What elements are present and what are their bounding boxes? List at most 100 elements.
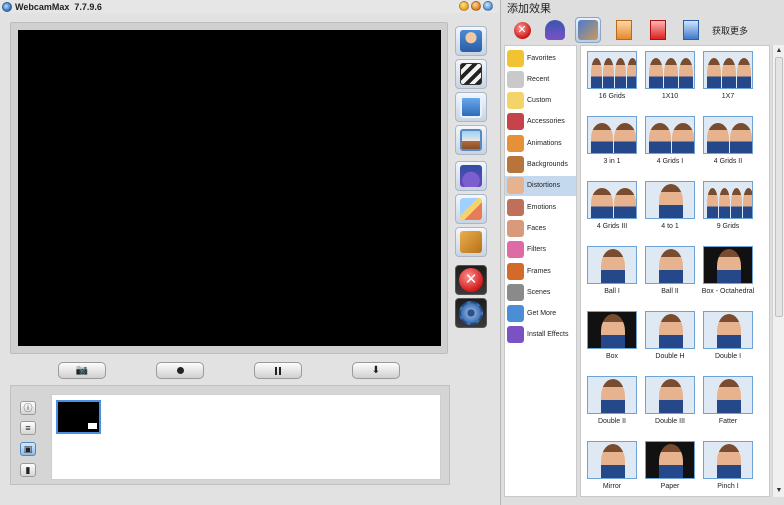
category-label: Get More [527,310,557,318]
category-item[interactable]: Get More [505,304,576,324]
draw-tool-button[interactable] [455,194,487,224]
settings-tool-button[interactable] [455,298,487,328]
close-icon: ✕ [459,268,483,292]
category-label: Backgrounds [527,161,568,168]
category-label: Frames [527,267,551,275]
effect-preview-image [703,116,753,154]
category-item[interactable]: Faces [505,218,576,238]
effect-item[interactable]: 4 to 1 [643,181,697,231]
category-icon [507,241,524,259]
effect-item[interactable]: 4 Grids I [643,116,697,166]
pencil-icon [460,198,482,220]
picture-tool-button[interactable] [455,125,487,155]
category-item[interactable]: Distortions [505,175,576,196]
effect-item[interactable]: 4 Grids II [701,116,755,166]
effect-preview-image [645,116,695,154]
info-view-button[interactable]: ⓘ [20,401,36,415]
effect-preview-image [645,311,695,349]
category-item[interactable]: Frames [505,261,576,281]
pdf-doc-icon [650,20,666,40]
category-item[interactable]: Scenes [505,282,576,302]
person-figure [601,444,625,478]
effect-label: Fatter [718,418,738,425]
category-item[interactable]: Animations [505,133,576,153]
effect-label: 4 Grids I [656,158,684,165]
snapshot-button[interactable]: 📷 [58,362,106,379]
face-tool-button[interactable] [455,26,487,56]
get-more-link[interactable]: 获取更多 [712,24,748,37]
effect-item[interactable]: Paper [643,441,697,491]
scroll-down-icon[interactable]: ▼ [774,486,784,496]
person-figure [614,123,636,153]
close-tool-button[interactable]: ✕ [455,265,487,295]
effect-item[interactable]: Box [585,311,639,361]
media-thumbnail[interactable] [56,400,101,434]
film-icon: ▮ [25,465,31,475]
effect-label: 4 to 1 [661,223,679,230]
edit-effect-button[interactable] [678,17,704,43]
effect-item[interactable]: 3 in 1 [585,116,639,166]
category-item[interactable]: Install Effects [505,325,576,345]
gear-icon [459,301,483,325]
person-figure [591,58,602,88]
download-button[interactable]: ⬇ [352,362,400,379]
effect-label: Box - Octahedral [701,288,755,295]
effect-preview-image [645,441,695,479]
category-item[interactable]: Emotions [505,197,576,217]
effect-item[interactable]: 4 Grids III [585,181,639,231]
scroll-thumb[interactable] [775,57,783,317]
video-preview-frame [10,22,448,354]
effect-item[interactable]: Double H [643,311,697,361]
remove-effect-button[interactable]: ✕ [509,17,535,43]
video-tool-button[interactable] [455,59,487,89]
effect-item[interactable]: 1X7 [701,51,755,101]
effect-preview-image [645,181,695,219]
category-item[interactable]: Accessories [505,112,576,132]
minimize-icon[interactable] [459,1,469,11]
category-icon [507,177,524,195]
pause-button[interactable] [254,362,302,379]
effect-item[interactable]: Double I [701,311,755,361]
effect-label: Ball II [661,288,679,295]
effect-item[interactable]: 9 Grids [701,181,755,231]
close-window-icon[interactable] [483,1,493,11]
category-item[interactable]: Backgrounds [505,155,576,175]
window-tool-button[interactable] [455,92,487,122]
thumbnails-icon: ▣ [23,444,33,454]
gift-tool-button[interactable] [455,227,487,257]
effect-item[interactable]: Double II [585,376,639,426]
effects-tool-button[interactable] [455,161,487,191]
category-item[interactable]: Recent [505,69,576,89]
wizard-button[interactable] [542,17,568,43]
effect-item[interactable]: Ball I [585,246,639,296]
category-icon [507,326,524,344]
app-title: WebcamMax [15,1,70,12]
scroll-up-icon[interactable]: ▲ [774,46,784,56]
wizard-icon [545,20,565,40]
effect-item[interactable]: Ball II [643,246,697,296]
effects-scrollbar[interactable]: ▲ ▼ [772,45,784,497]
category-icon [507,305,524,323]
effect-item[interactable]: Double III [643,376,697,426]
video-preview[interactable] [18,30,441,346]
list-view-button[interactable]: ≡ [20,421,36,435]
effect-item[interactable]: 1X10 [643,51,697,101]
delete-effect-button[interactable] [645,17,671,43]
title-bar: WebcamMax 7.7.9.6 [0,0,500,13]
effect-item[interactable]: Mirror [585,441,639,491]
category-item[interactable]: Filters [505,240,576,260]
add-effect-button[interactable] [611,17,637,43]
thumbnail-view-button[interactable]: ▣ [20,442,36,456]
app-version: 7.7.9.6 [74,1,102,12]
effect-item[interactable]: 16 Grids [585,51,639,101]
record-button[interactable] [156,362,204,379]
effect-item[interactable]: Pinch I [701,441,755,491]
category-item[interactable]: Custom [505,91,576,111]
category-item[interactable]: Favorites [505,48,576,68]
face-effects-button[interactable] [575,17,601,43]
maximize-icon[interactable] [471,1,481,11]
effect-item[interactable]: Fatter [701,376,755,426]
info-icon: ⓘ [23,403,33,413]
film-view-button[interactable]: ▮ [20,463,36,477]
effect-item[interactable]: Box - Octahedral [701,246,755,296]
